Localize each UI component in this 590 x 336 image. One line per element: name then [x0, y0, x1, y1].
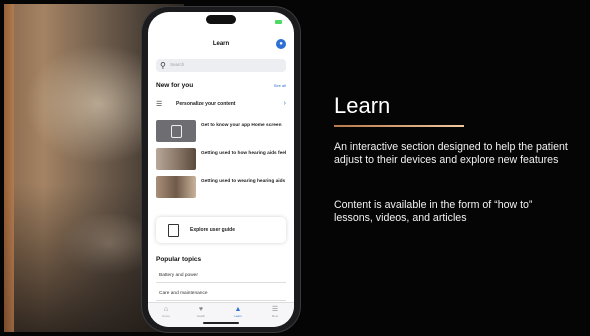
tab-health[interactable]: ♥ Health	[191, 306, 211, 318]
slide-paragraph: An interactive section designed to help …	[334, 141, 568, 166]
personalize-label: Personalize your content	[176, 101, 236, 107]
photo-edge	[4, 4, 14, 332]
tab-learn[interactable]: ▲ Learn	[228, 306, 248, 318]
battery-icon	[275, 20, 282, 24]
tab-more[interactable]: ☰ More	[265, 306, 285, 318]
phone-mockup: Learn ● ⚲ Search New for you See all ☰ P…	[142, 7, 300, 332]
card-label: Get to know your app Home screen	[201, 123, 282, 128]
tab-label: More	[271, 314, 279, 318]
new-for-you-heading: New for you	[156, 82, 194, 89]
guide-label: Explore user guide	[190, 227, 236, 233]
tab-home[interactable]: ⌂ Home	[156, 306, 176, 318]
card-label: Getting used to wearing hearing aids	[201, 179, 286, 184]
home-indicator	[203, 322, 239, 324]
search-input[interactable]: ⚲ Search	[156, 59, 286, 72]
slide-paragraph: Content is available in the form of “how…	[334, 199, 533, 224]
book-icon	[168, 224, 179, 237]
slide: Learn ● ⚲ Search New for you See all ☰ P…	[0, 0, 590, 336]
chevron-right-icon: ›	[283, 100, 286, 107]
card-thumbnail	[156, 120, 196, 142]
list-icon: ☰	[156, 101, 163, 108]
phone-screen: Learn ● ⚲ Search New for you See all ☰ P…	[148, 12, 294, 327]
topic-item[interactable]: Care and maintenance	[156, 288, 286, 301]
home-icon: ⌂	[163, 306, 169, 313]
heart-icon: ♥	[198, 306, 204, 313]
explore-user-guide-button[interactable]: Explore user guide	[156, 217, 286, 243]
tab-label: Health	[196, 314, 206, 318]
title-underline	[334, 125, 464, 127]
phone-notch	[206, 15, 236, 24]
search-placeholder: Search	[170, 62, 185, 67]
see-all-link[interactable]: See all	[274, 83, 286, 88]
menu-icon: ☰	[271, 306, 279, 313]
learn-card[interactable]: Get to know your app Home screen	[156, 120, 288, 142]
learn-card[interactable]: Getting used to wearing hearing aids	[156, 176, 288, 198]
topic-label: Care and maintenance	[159, 291, 208, 296]
learn-card[interactable]: Getting used to how hearing aids feel	[156, 148, 288, 170]
topic-label: Battery and power	[159, 273, 198, 278]
tab-label: Home	[162, 314, 170, 318]
card-thumbnail	[156, 148, 196, 170]
tab-label: Learn	[234, 314, 242, 318]
personalize-row[interactable]: ☰ Personalize your content ›	[156, 100, 286, 110]
popular-topics-heading: Popular topics	[156, 256, 202, 263]
topic-item[interactable]: Battery and power	[156, 270, 286, 283]
phone-icon	[171, 125, 182, 138]
app-header-title: Learn	[212, 41, 230, 47]
search-icon: ⚲	[160, 61, 166, 70]
graduation-cap-icon: ▲	[234, 306, 242, 313]
card-label: Getting used to how hearing aids feel	[201, 151, 287, 156]
card-thumbnail	[156, 176, 196, 198]
slide-title: Learn	[334, 93, 391, 118]
microphone-icon[interactable]: ●	[276, 39, 286, 49]
